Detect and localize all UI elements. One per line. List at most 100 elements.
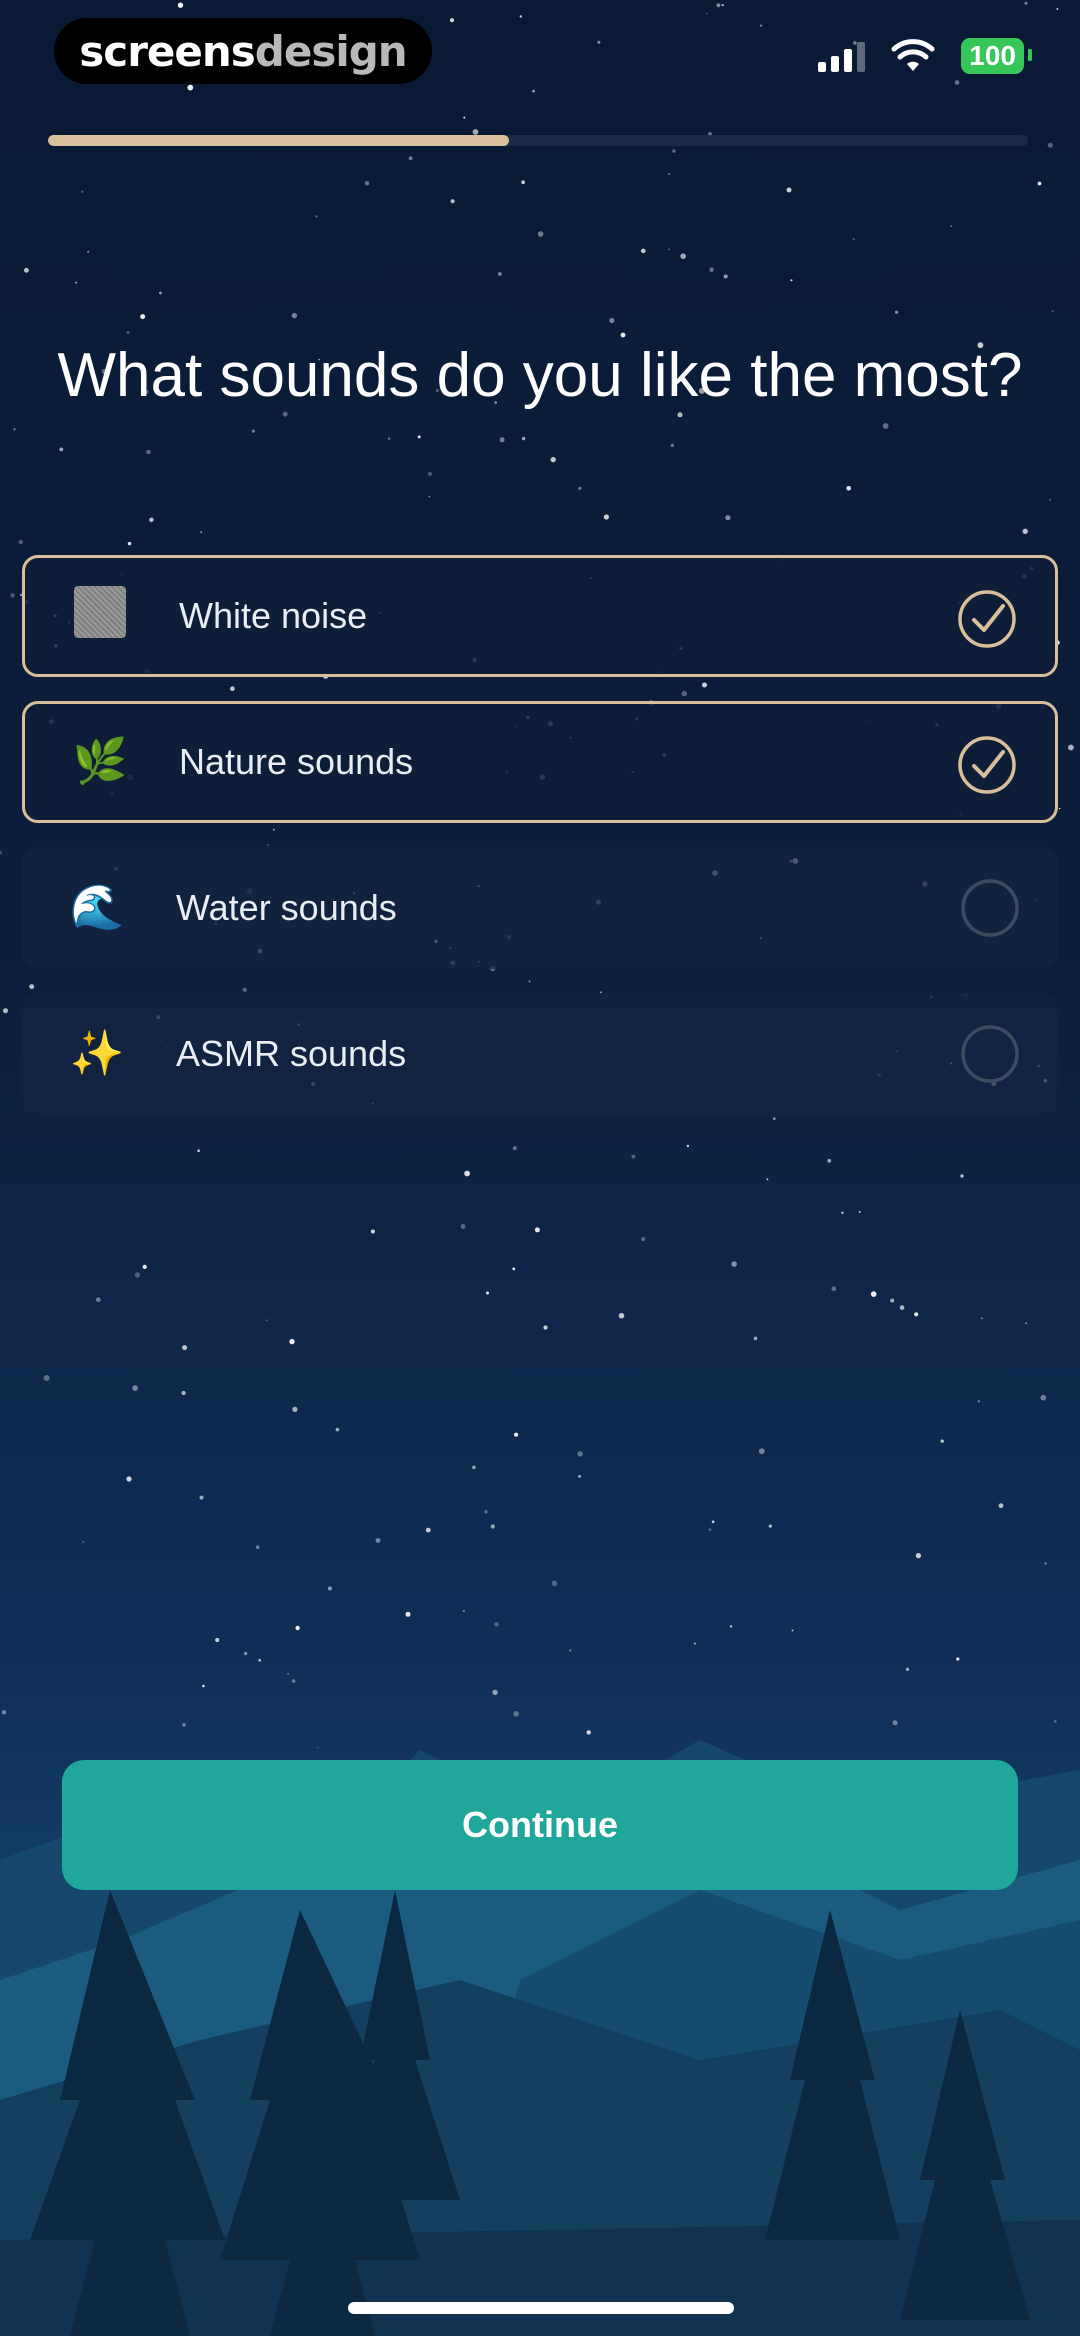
progress-fill	[48, 135, 509, 146]
battery-icon: 100	[961, 38, 1032, 74]
star	[251, 429, 255, 433]
star	[177, 2, 184, 8]
star	[858, 1210, 861, 1213]
star	[956, 1657, 960, 1661]
star	[711, 1520, 715, 1524]
star	[977, 1400, 980, 1403]
star	[289, 1338, 295, 1345]
star	[954, 80, 960, 85]
star	[693, 1642, 696, 1645]
star	[13, 428, 16, 431]
leaf-icon: 🌿	[72, 737, 128, 786]
star	[484, 1510, 488, 1514]
star	[827, 1158, 832, 1163]
star	[375, 1538, 381, 1543]
star	[18, 539, 23, 545]
star	[387, 437, 391, 440]
star	[512, 1267, 516, 1271]
star	[126, 331, 130, 334]
star	[215, 1637, 220, 1643]
star	[915, 1553, 922, 1559]
star	[603, 514, 610, 520]
star	[729, 1625, 733, 1628]
status-bar: 100	[818, 38, 1032, 74]
star	[149, 517, 154, 522]
screensdesign-logo: screens design	[54, 18, 432, 84]
cellular-signal-icon	[818, 40, 866, 72]
star	[464, 1170, 470, 1177]
checkmark-circle-icon	[958, 736, 1016, 794]
option-water-sounds[interactable]: 🌊 Water sounds	[22, 847, 1058, 969]
star	[753, 1336, 758, 1341]
star	[146, 449, 151, 455]
star	[882, 423, 889, 429]
star	[1040, 1394, 1047, 1401]
star	[1049, 498, 1052, 501]
star	[890, 1298, 895, 1303]
star	[569, 1649, 572, 1652]
star	[450, 199, 455, 204]
star	[1056, 8, 1059, 10]
star	[609, 317, 615, 324]
star	[181, 1390, 186, 1396]
continue-button[interactable]: Continue	[62, 1760, 1018, 1890]
star	[578, 486, 582, 490]
star	[914, 1312, 919, 1317]
star	[291, 312, 298, 319]
star	[127, 541, 132, 546]
star	[159, 291, 162, 295]
star	[672, 149, 676, 153]
star	[242, 987, 247, 992]
star	[790, 279, 793, 282]
star	[852, 237, 855, 241]
star	[841, 1211, 844, 1215]
star	[677, 412, 683, 418]
star	[327, 1586, 332, 1591]
star	[24, 267, 29, 273]
star	[1068, 744, 1074, 751]
option-asmr-sounds[interactable]: ✨ ASMR sounds	[22, 993, 1058, 1115]
star	[3, 1008, 8, 1014]
star	[134, 1272, 141, 1278]
star	[731, 1261, 737, 1267]
option-white-noise[interactable]: White noise	[22, 555, 1058, 677]
star	[980, 1317, 984, 1320]
star	[463, 116, 466, 119]
star	[1024, 1, 1028, 5]
star	[1022, 528, 1028, 534]
star	[497, 272, 502, 276]
star	[702, 682, 707, 688]
star	[551, 1580, 558, 1587]
star	[266, 844, 269, 847]
star	[1051, 309, 1054, 313]
star	[708, 1528, 712, 1531]
star	[315, 215, 318, 218]
star	[10, 593, 15, 598]
star	[618, 1312, 625, 1319]
star	[460, 1224, 466, 1229]
sparkles-icon: ✨	[69, 1029, 125, 1078]
star	[82, 1540, 85, 1543]
wave-icon: 🌊	[69, 883, 125, 932]
star	[199, 1495, 204, 1500]
star	[140, 314, 146, 320]
star	[670, 443, 674, 448]
empty-circle-icon	[961, 879, 1019, 937]
star	[272, 828, 275, 831]
star	[534, 1227, 540, 1233]
star	[768, 1524, 772, 1528]
star	[668, 173, 671, 175]
star	[519, 15, 522, 18]
star	[142, 1264, 147, 1269]
star	[449, 18, 455, 23]
star	[786, 187, 792, 193]
star	[292, 1406, 298, 1412]
star	[709, 267, 714, 273]
star	[960, 1174, 964, 1178]
star	[1058, 807, 1061, 810]
wifi-icon	[891, 39, 935, 71]
home-indicator	[348, 2302, 734, 2314]
star	[578, 1475, 581, 1478]
star	[364, 181, 370, 186]
option-nature-sounds[interactable]: 🌿 Nature sounds	[22, 701, 1058, 823]
